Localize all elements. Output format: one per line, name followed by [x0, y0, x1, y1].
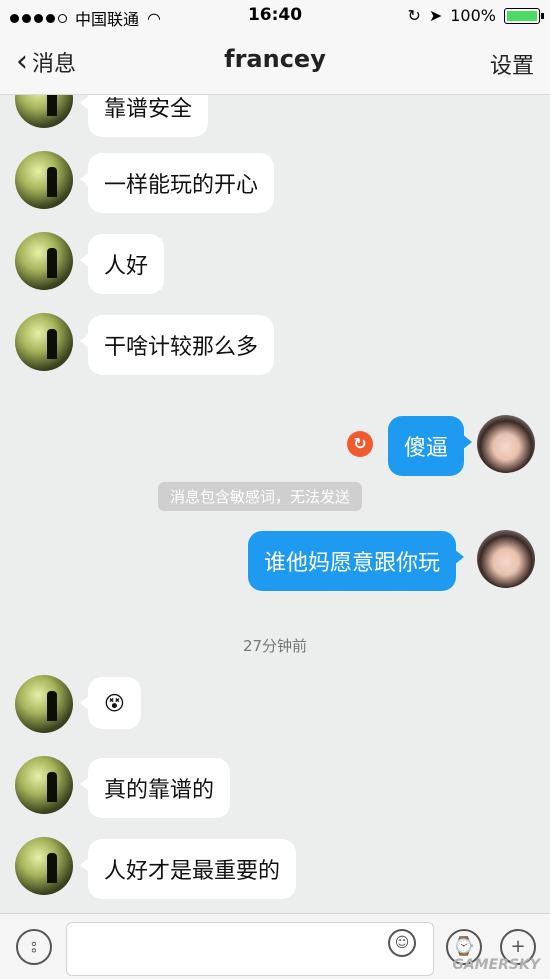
voice-icon[interactable]: ⦂ [16, 929, 52, 965]
message-bubble[interactable]: 干啥计较那么多 [79, 315, 275, 375]
contact-avatar[interactable] [15, 675, 73, 733]
emoji-icon[interactable]: ☺ [388, 929, 416, 957]
watermark: GAMERSKY [452, 957, 540, 973]
message-bubble[interactable]: 😵 [80, 677, 141, 729]
message-input[interactable] [66, 922, 434, 976]
battery-icon [504, 7, 544, 24]
message-bubble[interactable]: 一样能玩的开心 [79, 153, 275, 213]
message-bubble-outgoing[interactable]: 谁他妈愿意跟你玩 [248, 531, 465, 591]
chat-title: francey [224, 45, 326, 73]
chat-area[interactable]: 靠谱安全 一样能玩的开心 人好 干啥计较那么多 ↻ 傻逼 消息包含敏感词，无法发… [0, 95, 550, 913]
system-notice: 消息包含敏感词，无法发送 [158, 482, 363, 511]
contact-avatar[interactable] [15, 95, 73, 128]
settings-button[interactable]: 设置 [490, 48, 534, 80]
timestamp: 27分钟前 [242, 637, 308, 655]
message-bubble-outgoing[interactable]: 傻逼 [388, 416, 473, 476]
battery-percent: 100% [450, 6, 496, 25]
contact-avatar[interactable] [15, 837, 73, 895]
contact-avatar[interactable] [15, 151, 73, 209]
message-bubble[interactable]: 人好 [79, 234, 165, 294]
my-avatar[interactable] [477, 530, 535, 588]
message-bubble[interactable]: 真的靠谱的 [79, 758, 231, 818]
location-icon: ➤ [428, 6, 443, 25]
status-bar: 中国联通 ◠ 16:40 ↻ ➤ 100% [0, 0, 550, 32]
contact-avatar[interactable] [15, 313, 73, 371]
status-right: ↻ ➤ 100% [407, 6, 544, 25]
resend-error-icon[interactable]: ↻ [347, 431, 373, 457]
orientation-lock-icon: ↻ [407, 6, 421, 25]
message-bubble[interactable]: 靠谱安全 [79, 95, 209, 137]
message-bubble[interactable]: 人好才是最重要的 [79, 839, 297, 899]
my-avatar[interactable] [477, 415, 535, 473]
input-bar: ⦂ ☺ ⌚ + GAMERSKY [0, 913, 550, 979]
contact-avatar[interactable] [15, 232, 73, 290]
navigation-bar: ‹ 消息 francey 设置 [0, 32, 550, 95]
contact-avatar[interactable] [15, 756, 73, 814]
